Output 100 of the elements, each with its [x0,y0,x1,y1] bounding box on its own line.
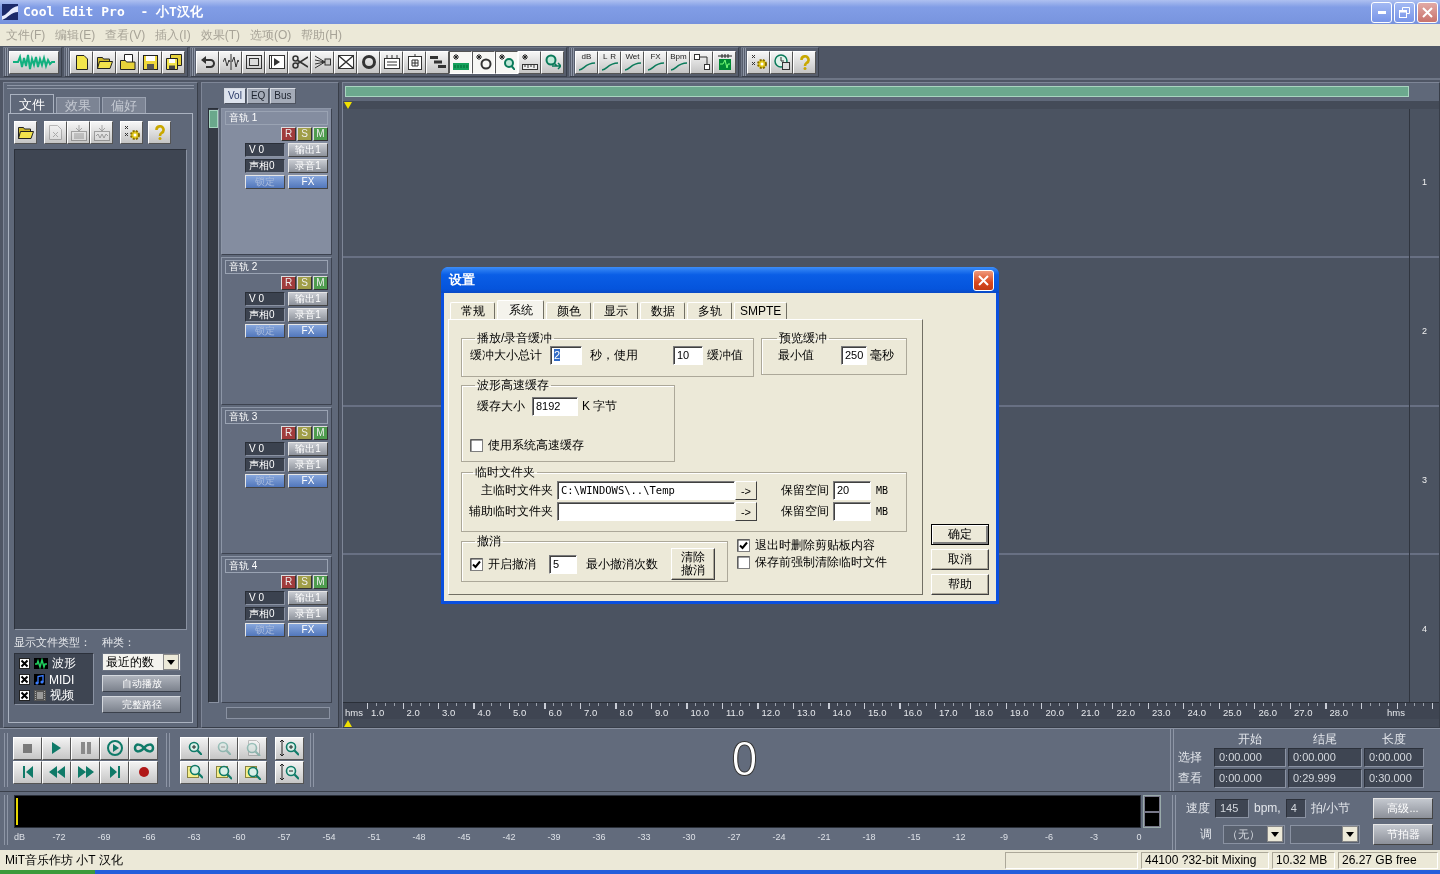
ruler-label: 14.0 [831,707,852,718]
track-number: 3 [1410,406,1439,554]
group-title: 波形高速缓存 [476,378,550,392]
ruler-label: 11.0 [725,707,745,718]
ruler-label: 5.0 [512,707,528,718]
meter-label: -72 [51,832,67,842]
track-name: 音轨 4 [225,558,328,573]
ruler-label: 9.0 [654,707,670,718]
ruler-label: 18.0 [973,707,994,718]
field-label: 速度 [1186,799,1210,817]
meter-label: -15 [906,832,922,842]
track-number: 2 [1410,257,1439,405]
window-title: Cool Edit Pro - 小T汉化 [23,3,204,21]
file-type-label: MIDI [49,672,75,687]
ruler-label: 1.0 [370,707,386,718]
column-header: 长度 [1381,732,1407,746]
meter-label: -27 [726,832,742,842]
meter-label: -12 [951,832,967,842]
ruler-label: hms [345,707,364,718]
meter-label: -21 [816,832,832,842]
meter-label: -39 [546,832,562,842]
field-label: 保留空间 [781,482,829,499]
unit-label: MB [876,485,889,496]
ruler-label: 7.0 [583,707,599,718]
meter-label: -42 [501,832,517,842]
track-number: 1 [1410,109,1439,256]
ruler-label: 4.0 [476,707,492,718]
ruler-label: 10.0 [689,707,710,718]
field-label: 毫秒 [870,346,895,364]
meter-label: -54 [321,832,337,842]
ruler-label: 22.0 [1115,707,1136,718]
ruler-label: 23.0 [1151,707,1172,718]
track-number: 4 [1410,555,1439,702]
ruler-label: 13.0 [796,707,817,718]
field-label: 种类： [102,635,136,649]
checkbox-label: 保存前强制清除临时文件 [755,554,887,571]
field-label: 缓冲值 [707,346,743,364]
field-label: 缓存大小 [477,397,525,415]
ruler-label: 27.0 [1293,707,1314,718]
meter-label: -6 [1044,832,1054,842]
field-label: K 字节 [582,397,618,415]
meter-label: -30 [681,832,697,842]
column-header: 开始 [1237,732,1263,746]
group-title: 撤消 [476,534,502,548]
field-label: 秒，使用 [590,346,638,364]
ruler-label: 15.0 [867,707,888,718]
meter-label: -9 [999,832,1009,842]
meter-label: -18 [861,832,877,842]
meter-label: -69 [96,832,112,842]
meter-label: -3 [1089,832,1099,842]
ruler-label: 8.0 [618,707,634,718]
field-label: 保留空间 [781,503,829,520]
time-display: 0 [730,738,759,782]
file-type-label: 视频 [50,687,74,704]
group-title: 播放/录音缓冲 [476,331,554,345]
ruler-label: 19.0 [1009,707,1030,718]
file-type-label: 波形 [52,655,76,672]
track-name: 音轨 2 [225,260,328,275]
ruler-label: 17.0 [938,707,959,718]
meter-label: -48 [411,832,427,842]
meter-label: -51 [366,832,382,842]
field-label: 拍/小节 [1310,799,1351,817]
status-text: MiT音乐作坊 小T 汉化 [5,851,124,869]
status-panel: 26.27 GB free [1338,851,1438,869]
meter-label: -66 [141,832,157,842]
ruler-label: 6.0 [547,707,563,718]
row-label: 查看 [1178,770,1203,787]
field-label: 最小撤消次数 [586,555,658,573]
ruler-label: 28.0 [1328,707,1349,718]
meter-label: -57 [276,832,292,842]
meter-label: -63 [186,832,202,842]
field-label: 调 [1200,825,1212,843]
meter-label: -60 [231,832,247,842]
field-label: 辅助临时文件夹 [468,503,553,520]
group-title: 临时文件夹 [474,465,536,479]
field-label: 最小值 [778,346,814,364]
ruler-label: 2.0 [405,707,421,718]
meter-label: -45 [456,832,472,842]
meter-label: -36 [591,832,607,842]
unit-label: MB [876,506,889,517]
ruler-label: 26.0 [1257,707,1278,718]
checkbox-label: 使用系统高速缓存 [488,436,584,454]
column-header: 结尾 [1312,732,1338,746]
track-name: 音轨 1 [225,111,328,125]
track-name: 音轨 3 [225,409,328,424]
ruler-label: 21.0 [1080,707,1101,718]
meter-label: 0 [1135,832,1143,842]
field-label: 主临时文件夹 [480,482,553,499]
ruler-label: 25.0 [1222,707,1243,718]
field-label: bpm, [1254,801,1281,815]
meter-label: dB [14,832,26,842]
checkbox-label: 退出时删除剪贴板内容 [755,537,875,554]
ruler-label: 3.0 [441,707,457,718]
status-panel: 44100 ?32-bit Mixing [1141,851,1269,869]
dialog-title: 设置 [449,271,476,289]
row-label: 选择 [1178,749,1203,766]
ruler-label: hms [1387,707,1405,718]
status-panel: 10.32 MB [1272,851,1335,869]
checkbox-label: 开启撤消 [488,555,536,573]
field-label: 显示文件类型： [14,635,92,649]
